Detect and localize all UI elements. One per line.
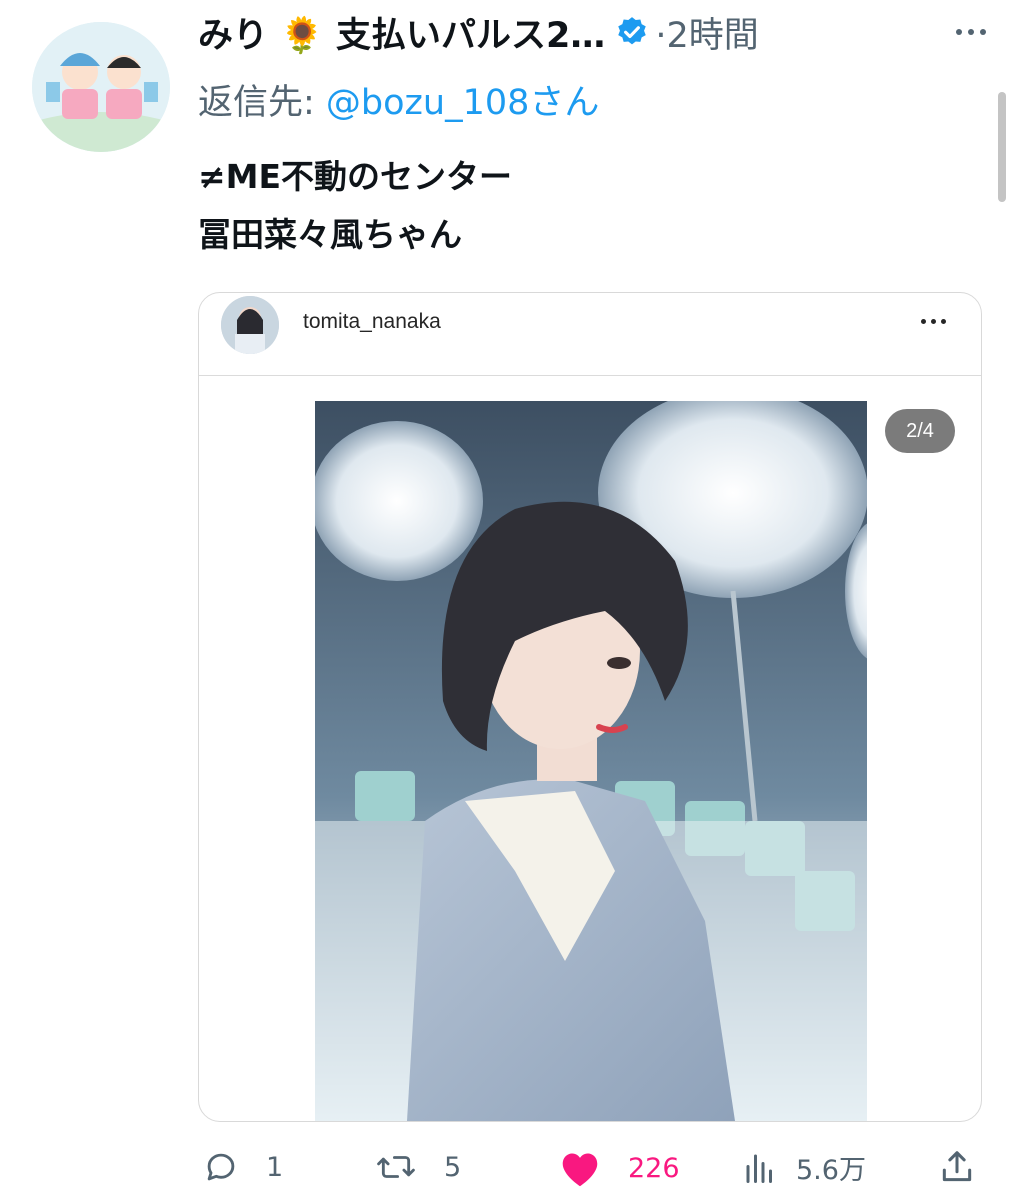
reply-count: 1 <box>266 1151 284 1183</box>
embedded-instagram-card[interactable]: tomita_nanaka 2/4 <box>198 292 982 1122</box>
reply-button[interactable]: 1 <box>202 1148 283 1186</box>
scrollbar[interactable] <box>998 92 1006 202</box>
like-button[interactable]: 226 <box>558 1148 680 1188</box>
retweet-icon <box>377 1156 415 1178</box>
reply-handle-link[interactable]: @bozu_108さん <box>326 83 600 123</box>
reply-icon <box>207 1153 235 1181</box>
instagram-username[interactable]: tomita_nanaka <box>303 310 441 334</box>
instagram-card-header: tomita_nanaka <box>199 293 981 376</box>
tweet-header: みり 🌻 支払いパルス2… ·2時間 <box>198 6 938 58</box>
verified-badge-icon <box>615 15 649 49</box>
retweet-button[interactable]: 5 <box>374 1148 461 1186</box>
reply-to: 返信先: @bozu_108さん <box>198 74 599 125</box>
more-icon[interactable] <box>956 20 996 44</box>
heart-icon <box>562 1153 598 1187</box>
views-icon <box>746 1154 772 1183</box>
more-icon[interactable] <box>921 319 946 324</box>
retweet-count: 5 <box>444 1151 462 1183</box>
share-icon <box>942 1151 972 1182</box>
tweet-text-line: ≠ME不動のセンター <box>198 157 513 196</box>
display-name[interactable]: みり 🌻 支払いパルス2… <box>198 7 605 58</box>
action-bar: 1 5 226 5.6万 <box>0 1140 1014 1200</box>
like-count: 226 <box>628 1152 680 1184</box>
tweet-text-line: 冨田菜々風ちゃん <box>198 215 462 254</box>
post-photo[interactable] <box>315 401 867 1121</box>
instagram-avatar[interactable] <box>221 296 279 354</box>
timestamp[interactable]: ·2時間 <box>655 7 758 58</box>
reply-label: 返信先: <box>198 83 326 123</box>
image-counter: 2/4 <box>885 409 955 453</box>
views-button[interactable]: 5.6万 <box>742 1148 866 1187</box>
share-button[interactable] <box>938 1148 976 1186</box>
tweet-text: ≠ME不動のセンター 冨田菜々風ちゃん <box>198 148 512 264</box>
profile-avatar[interactable] <box>32 22 170 152</box>
view-count: 5.6万 <box>796 1155 866 1186</box>
